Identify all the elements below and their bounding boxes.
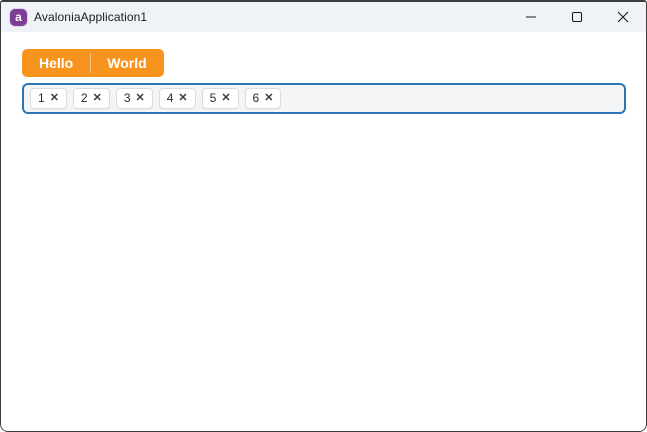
hello-world-tabstrip: Hello World — [22, 49, 164, 77]
titlebar[interactable]: a AvaloniaApplication1 — [1, 2, 646, 32]
chip-label: 1 — [38, 91, 45, 105]
chip-label: 2 — [80, 91, 88, 105]
maximize-icon — [571, 11, 583, 23]
chips-input[interactable]: 1 ✕ 2 ✕ 3 ✕ 4 ✕ 5 ✕ 6 ✕ — [22, 83, 626, 114]
chip-label: 4 — [166, 91, 174, 105]
chip-close-icon[interactable]: ✕ — [136, 92, 145, 104]
chip[interactable]: 6 ✕ — [244, 88, 282, 109]
caption-buttons — [508, 2, 646, 32]
chip[interactable]: 4 ✕ — [158, 88, 196, 109]
chip-close-icon[interactable]: ✕ — [93, 92, 102, 104]
chip[interactable]: 2 ✕ — [72, 88, 110, 109]
chip[interactable]: 3 ✕ — [115, 88, 153, 109]
chip-close-icon[interactable]: ✕ — [178, 92, 187, 104]
main-content: Hello World 1 ✕ 2 ✕ 3 ✕ 4 ✕ 5 ✕ 6 ✕ — [1, 32, 646, 431]
minimize-button[interactable] — [508, 2, 554, 32]
chip[interactable]: 1 ✕ — [30, 88, 67, 109]
chip[interactable]: 5 ✕ — [201, 88, 239, 109]
chip-label: 5 — [209, 91, 217, 105]
chip-close-icon[interactable]: ✕ — [264, 92, 273, 104]
minimize-icon — [525, 11, 537, 23]
app-window: a AvaloniaApplication1 Hello World 1 ✕ 2… — [0, 0, 647, 432]
close-button[interactable] — [600, 2, 646, 32]
maximize-button[interactable] — [554, 2, 600, 32]
window-title: AvaloniaApplication1 — [34, 10, 148, 24]
close-icon — [617, 11, 629, 23]
avalonia-logo-icon: a — [10, 8, 27, 26]
chip-close-icon[interactable]: ✕ — [221, 92, 230, 104]
chip-label: 3 — [123, 91, 131, 105]
tab-button[interactable]: Hello — [22, 49, 91, 77]
tab-button[interactable]: World — [90, 49, 164, 77]
chip-close-icon[interactable]: ✕ — [50, 92, 59, 104]
chip-label: 6 — [252, 91, 260, 105]
